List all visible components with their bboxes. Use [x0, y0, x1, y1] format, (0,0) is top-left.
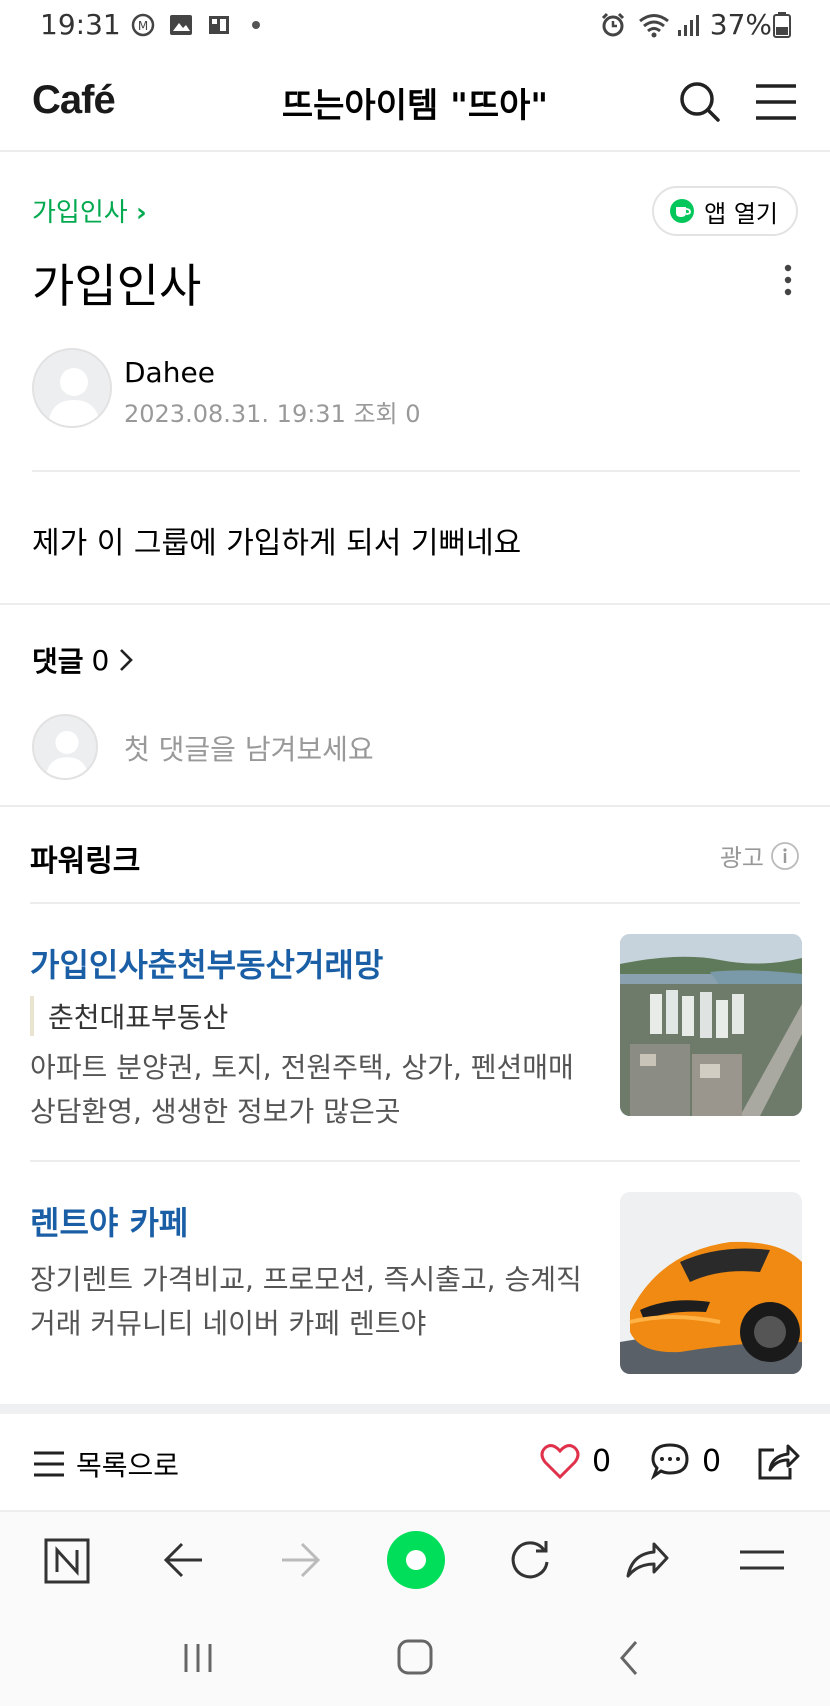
browser-toolbar: [0, 1510, 830, 1610]
post-content: 제가 이 그룹에 가입하게 되서 기뻐네요: [32, 526, 522, 561]
comment-count: 0: [702, 1443, 722, 1479]
comment-input[interactable]: 첫 댓글을 남겨보세요: [124, 728, 374, 768]
back-arrow-icon[interactable]: [162, 1540, 206, 1580]
more-options-icon[interactable]: [782, 262, 794, 298]
comments-link[interactable]: 댓글 0: [32, 640, 135, 680]
comment-button[interactable]: 0: [650, 1442, 721, 1480]
status-time: 19:31: [40, 8, 121, 41]
svg-text:M: M: [138, 19, 148, 33]
comments-label: 댓글: [32, 645, 84, 678]
ad-desc-line: 아파트 분양권, 토지, 전원주택, 상가, 펜션매매: [30, 1051, 574, 1084]
naver-home-icon[interactable]: [44, 1538, 90, 1584]
refresh-icon[interactable]: [508, 1538, 552, 1582]
share-icon[interactable]: [756, 1442, 800, 1482]
ad-desc-line: 장기렌트 가격비교, 프로모션, 즉시출고, 승계직: [30, 1263, 582, 1296]
post-action-bar: 목록으로 0 0: [0, 1426, 830, 1510]
divider: [32, 470, 800, 472]
divider: [0, 603, 830, 605]
default-avatar-icon: [48, 368, 100, 426]
speech-bubble-icon: [650, 1443, 689, 1480]
alarm-icon: [601, 12, 625, 37]
powerlink-title: 파워링크: [30, 844, 141, 879]
status-bar: 19:31 M 37%: [0, 0, 830, 52]
forward-arrow-icon[interactable]: [278, 1540, 322, 1580]
image-icon: [170, 15, 192, 35]
city-aerial-image: [620, 934, 802, 1116]
ad-item[interactable]: 렌트야 카페 장기렌트 가격비교, 프로모션, 즉시출고, 승계직 거래 커뮤니…: [30, 1198, 590, 1346]
system-back-icon[interactable]: [614, 1638, 644, 1678]
home-icon[interactable]: [394, 1636, 436, 1678]
cafe-logo[interactable]: Café: [32, 78, 116, 123]
like-button[interactable]: 0: [540, 1442, 611, 1480]
ad-desc-line: 상담환영, 생생한 정보가 많은곳: [30, 1095, 401, 1128]
dot-icon: [252, 21, 260, 29]
browser-menu-icon[interactable]: [738, 1544, 786, 1576]
grid-icon: [209, 16, 229, 34]
search-icon[interactable]: [670, 72, 730, 132]
info-icon: [771, 841, 799, 870]
green-dot-icon[interactable]: [386, 1530, 446, 1590]
default-avatar-icon: [45, 730, 89, 778]
back-to-list-label: 목록으로: [76, 1449, 180, 1482]
ad-item[interactable]: 가입인사춘천부동산거래망 춘천대표부동산 아파트 분양권, 토지, 전원주택, …: [30, 940, 590, 1134]
ad-headline[interactable]: 가입인사춘천부동산거래망: [30, 940, 590, 986]
heart-icon: [540, 1444, 580, 1480]
ad-subtitle: 춘천대표부동산: [30, 996, 590, 1036]
ad-headline[interactable]: 렌트야 카페: [30, 1198, 590, 1244]
sports-car-image: [620, 1192, 802, 1374]
back-to-list-button[interactable]: 목록으로: [32, 1444, 179, 1484]
breadcrumb-label: 가입인사: [32, 198, 128, 228]
comments-count: 0: [91, 643, 110, 677]
system-nav-bar: [0, 1610, 830, 1706]
battery-icon: [773, 12, 791, 38]
chevron-right-icon: ›: [135, 198, 147, 228]
ad-label: 광고: [719, 844, 764, 872]
divider: [30, 1160, 800, 1162]
m-icon: M: [131, 13, 155, 37]
author-avatar[interactable]: [32, 348, 112, 428]
ad-thumbnail-car[interactable]: [620, 1192, 802, 1374]
breadcrumb[interactable]: 가입인사 ›: [32, 192, 147, 229]
post-meta: 2023.08.31. 19:31 조회 0: [124, 400, 421, 428]
divider: [30, 902, 800, 904]
share-arrow-icon[interactable]: [624, 1540, 670, 1580]
battery-percent: 37%: [709, 8, 772, 41]
chevron-right-icon: [120, 649, 134, 671]
author-name[interactable]: Dahee: [124, 356, 215, 389]
app-open-label: 앱 열기: [704, 199, 778, 228]
recent-apps-icon[interactable]: [178, 1638, 218, 1678]
section-separator: [0, 1404, 830, 1414]
ad-info[interactable]: 광고: [720, 838, 800, 873]
ad-desc-line: 거래 커뮤니티 네이버 카페 렌트야: [30, 1307, 427, 1340]
my-avatar: [32, 714, 98, 780]
divider: [0, 805, 830, 807]
app-open-button[interactable]: 앱 열기: [652, 186, 798, 236]
like-count: 0: [592, 1443, 612, 1479]
post-title: 가입인사: [32, 259, 202, 313]
signal-icon: [678, 15, 699, 36]
ad-description: 장기렌트 가격비교, 프로모션, 즉시출고, 승계직 거래 커뮤니티 네이버 카…: [30, 1258, 590, 1346]
menu-icon[interactable]: [746, 72, 806, 132]
list-icon: [34, 1451, 64, 1477]
coffee-cup-icon: [670, 199, 695, 223]
wifi-icon: [639, 14, 669, 38]
ad-thumbnail-city[interactable]: [620, 934, 802, 1116]
ad-description: 아파트 분양권, 토지, 전원주택, 상가, 펜션매매 상담환영, 생생한 정보…: [30, 1046, 590, 1134]
app-header: Café 뜨는아이템 "뜨아": [0, 52, 830, 152]
